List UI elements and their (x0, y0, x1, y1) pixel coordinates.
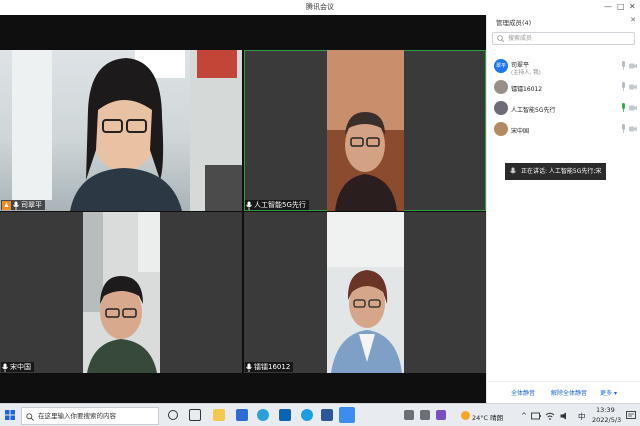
member-row[interactable]: 镭镭16012 (487, 79, 640, 97)
search-icon (497, 35, 504, 42)
tray-app-icon[interactable] (436, 410, 446, 420)
video-feed (0, 50, 242, 211)
member-search-input[interactable]: 搜索成员 (492, 32, 635, 45)
microphone-icon (510, 167, 516, 174)
members-panel: 管理成员(4) ✕ 搜索成员 翠平 司翠平 (主持人, 我) 镭镭16012 人… (486, 15, 640, 403)
battery-icon[interactable] (531, 412, 541, 420)
video-tile-ai5g[interactable]: 人工智能5G先行 (244, 50, 486, 211)
participant-video-image (83, 212, 160, 373)
search-placeholder: 搜索成员 (508, 35, 533, 42)
camera-icon[interactable] (629, 63, 637, 69)
microphone-icon[interactable] (621, 103, 626, 112)
store-icon[interactable] (279, 409, 291, 421)
edge-icon[interactable] (301, 409, 313, 421)
microphone-icon[interactable] (621, 124, 626, 133)
taskbar-search-placeholder: 在这里输入你要搜索的内容 (38, 412, 116, 420)
task-view-icon[interactable] (189, 409, 201, 421)
maximize-icon[interactable]: □ (617, 2, 625, 12)
minimize-icon[interactable]: — (604, 2, 612, 12)
participant-name-tag: 宋中国 (1, 362, 34, 372)
participant-name: 镭镭16012 (254, 363, 291, 371)
more-label: 更多 (600, 390, 613, 397)
browser-icon[interactable] (257, 409, 269, 421)
notification-icon[interactable] (626, 411, 636, 420)
video-tile-sicuiping[interactable]: ♟ 司翠平 (0, 50, 242, 211)
ime-indicator[interactable]: 中 (578, 411, 586, 422)
tencent-meeting-icon[interactable] (339, 407, 355, 423)
windows-start-icon[interactable] (5, 410, 15, 420)
clock-time[interactable]: 13:39 (596, 406, 615, 414)
app-icon[interactable] (236, 409, 248, 421)
member-row[interactable]: 人工智能5G先行 (487, 100, 640, 118)
video-grid: ♟ 司翠平 人工智能5G先行 宋中国 镭镭16012 (0, 15, 486, 403)
close-icon[interactable]: ✕ (629, 2, 636, 12)
member-name: 宋中国 (511, 128, 530, 135)
weather-text[interactable]: 24°C 晴朗 (472, 412, 503, 422)
microphone-icon (13, 201, 19, 210)
member-name: 人工智能5G先行 (511, 107, 556, 114)
participant-name-tag: 镭镭16012 (245, 362, 294, 372)
search-icon (26, 413, 34, 421)
microphone-icon (246, 201, 252, 210)
speaking-tooltip: 正在讲话: 人工智能5G先行;宋 (505, 163, 606, 180)
microphone-icon (246, 363, 252, 372)
microphone-icon[interactable] (621, 82, 626, 91)
chevron-down-icon: ▾ (613, 390, 617, 397)
host-icon: ♟ (2, 200, 11, 210)
video-feed (327, 50, 404, 211)
participant-name: 司翠平 (21, 201, 42, 209)
member-row[interactable]: 宋中国 (487, 121, 640, 139)
file-explorer-icon[interactable] (213, 409, 225, 421)
camera-icon[interactable] (629, 105, 637, 111)
wifi-icon[interactable] (545, 412, 555, 420)
participant-name-tag: 人工智能5G先行 (245, 200, 309, 210)
member-row[interactable]: 翠平 司翠平 (主持人, 我) (487, 58, 640, 76)
avatar (494, 101, 508, 115)
tray-app-icon[interactable] (420, 410, 430, 420)
volume-icon[interactable] (560, 412, 570, 420)
speaking-text: 正在讲话: 人工智能5G先行;宋 (521, 168, 602, 175)
participant-video-image (12, 50, 242, 211)
microphone-icon[interactable] (621, 61, 626, 70)
camera-icon[interactable] (629, 126, 637, 132)
tray-app-icon[interactable] (404, 410, 414, 420)
avatar (494, 80, 508, 94)
window-title: 腾讯会议 (306, 3, 334, 11)
unmute-all-button[interactable]: 解除全体静音 (551, 388, 587, 397)
chevron-up-icon[interactable]: ^ (521, 412, 527, 420)
participant-name-tag: ♟ 司翠平 (1, 200, 45, 210)
member-role: (主持人, 我) (511, 70, 541, 76)
panel-title: 管理成员(4) (496, 19, 532, 27)
panel-footer: 全体静音 解除全体静音 更多 ▾ (487, 381, 640, 403)
participant-video-image (327, 212, 404, 373)
mute-all-button[interactable]: 全体静音 (511, 388, 535, 397)
member-name: 镭镭16012 (511, 86, 543, 93)
video-tile-leilei[interactable]: 镭镭16012 (244, 212, 486, 373)
participant-name: 宋中国 (10, 363, 31, 371)
participant-name: 人工智能5G先行 (254, 201, 306, 209)
video-feed (83, 212, 160, 373)
close-icon[interactable]: ✕ (630, 16, 636, 24)
taskbar-search-input[interactable]: 在这里输入你要搜索的内容 (21, 407, 159, 425)
weather-icon[interactable] (461, 411, 470, 420)
cortana-icon[interactable] (168, 410, 178, 420)
taskbar: 在这里输入你要搜索的内容 24°C 晴朗 ^ 中 13:39 2022/5/3 (0, 403, 640, 426)
more-button[interactable]: 更多 ▾ (600, 388, 617, 397)
word-icon[interactable] (321, 409, 333, 421)
microphone-icon (2, 363, 8, 372)
avatar: 翠平 (494, 59, 508, 73)
video-feed (327, 212, 404, 373)
video-tile-songzhongguo[interactable]: 宋中国 (0, 212, 242, 373)
title-bar: 腾讯会议 — □ ✕ (0, 0, 640, 15)
clock-date[interactable]: 2022/5/3 (592, 416, 621, 424)
camera-icon[interactable] (629, 84, 637, 90)
avatar (494, 122, 508, 136)
participant-video-image (327, 50, 404, 211)
